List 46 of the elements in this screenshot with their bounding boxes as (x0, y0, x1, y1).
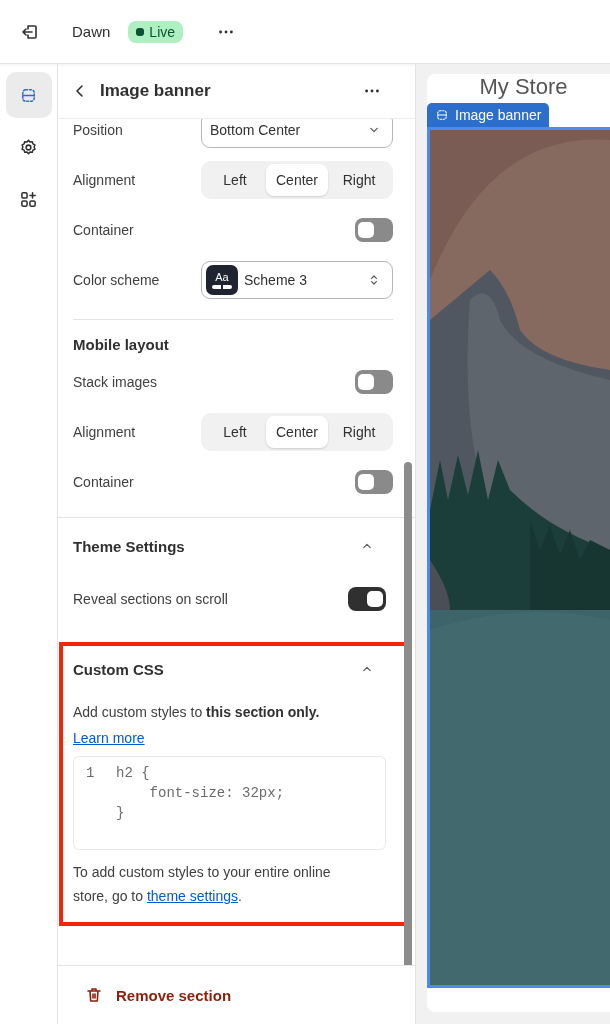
add-block-icon (19, 189, 38, 209)
section-title: Custom CSS (73, 660, 164, 678)
section-description: Add custom styles to this section only. (73, 703, 321, 722)
segment-option[interactable]: Left (204, 416, 266, 448)
trash-icon (84, 985, 104, 1005)
settings-icon (19, 137, 38, 157)
theme-settings-link[interactable]: theme settings (146, 888, 238, 904)
segment-option[interactable]: Center (266, 416, 328, 448)
select-field[interactable]: Bottom Center (201, 119, 393, 148)
section-tag[interactable]: Image banner (427, 103, 550, 127)
setting-label: Alignment (73, 424, 136, 440)
setting-label: Stack images (73, 374, 158, 390)
select-value: Bottom Center (210, 122, 302, 138)
code-line: h2 { (116, 764, 150, 783)
status-badge: Live (128, 20, 184, 43)
setting-label: Container (73, 222, 134, 238)
segment-option[interactable]: Right (328, 416, 390, 448)
select-value: Scheme 3 (244, 272, 309, 288)
code-line: font-size: 32px; (148, 784, 285, 803)
setting-label: Alignment (73, 172, 136, 188)
segment-option[interactable]: Left (204, 164, 266, 196)
code-editor[interactable]: 1 h2 { font-size: 32px; } (73, 756, 386, 850)
toggle-switch[interactable] (355, 470, 393, 494)
panel-title: Image banner (100, 81, 212, 101)
scrollbar[interactable] (404, 462, 412, 965)
toggle-switch[interactable] (355, 370, 393, 394)
scheme-swatch: Aa (206, 265, 238, 295)
segment-option[interactable]: Center (266, 164, 328, 196)
select-field[interactable]: Aa Scheme 3 (201, 261, 393, 299)
section-note: To add custom styles to your entire online store, go to theme settings. (73, 863, 332, 906)
setting-label: Reveal sections on scroll (73, 591, 228, 607)
theme-name: Dawn (72, 23, 111, 40)
section-title: Theme Settings (73, 537, 185, 555)
store-name: My Store (478, 74, 569, 100)
toggle-switch[interactable] (355, 218, 393, 242)
group-heading: Mobile layout (73, 335, 170, 355)
setting-label: Container (73, 474, 134, 490)
line-number: 1 (86, 764, 96, 783)
toggle-switch[interactable] (348, 587, 386, 611)
setting-label: Position (73, 122, 123, 138)
segment-option[interactable]: Right (328, 164, 390, 196)
setting-label: Color scheme (73, 272, 160, 288)
learn-more-link[interactable]: Learn more (73, 730, 145, 746)
remove-section-button[interactable]: Remove section (80, 981, 236, 1009)
code-line: } (116, 804, 125, 823)
sections-icon (435, 108, 449, 122)
